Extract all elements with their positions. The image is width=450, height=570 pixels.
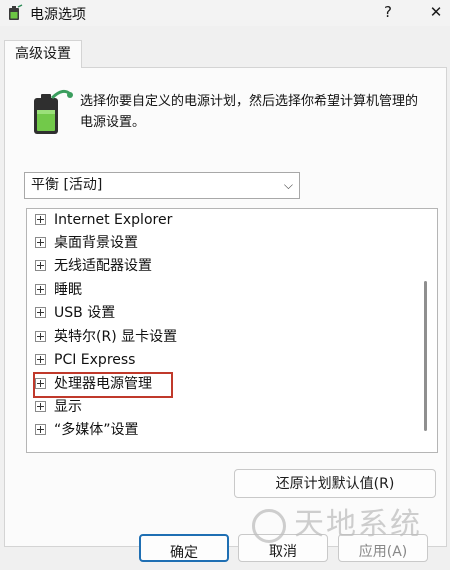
help-button[interactable]: ? <box>378 2 398 22</box>
highlight-box <box>33 372 173 398</box>
battery-icon <box>34 89 73 134</box>
expand-icon[interactable] <box>35 259 46 271</box>
tree-item-sleep[interactable]: 睡眠 <box>35 279 82 301</box>
power-options-icon <box>9 4 23 20</box>
title-bar: 电源选项 ? ✕ <box>0 0 450 26</box>
ok-button[interactable]: 确定 <box>139 534 229 562</box>
expand-icon[interactable] <box>35 213 46 225</box>
power-plan-select[interactable]: 平衡 [活动] ⌵ <box>24 172 300 199</box>
tab-advanced-settings[interactable]: 高级设置 <box>4 40 82 68</box>
restore-defaults-button[interactable]: 还原计划默认值(R) <box>234 469 436 498</box>
expand-icon[interactable] <box>35 423 46 435</box>
tree-item-internet-explorer[interactable]: Internet Explorer <box>35 209 172 231</box>
description-text: 选择你要自定义的电源计划，然后选择你希望计算机管理的电源设置。 <box>80 94 419 130</box>
tree-item-label: 英特尔(R) 显卡设置 <box>54 329 178 345</box>
tree-item-label: PCI Express <box>54 352 136 368</box>
tree-item-label: Internet Explorer <box>54 212 173 228</box>
expand-icon[interactable] <box>35 283 46 295</box>
expand-icon[interactable] <box>35 330 46 342</box>
cancel-button[interactable]: 取消 <box>238 534 328 562</box>
expand-icon[interactable] <box>35 306 46 318</box>
close-button[interactable]: ✕ <box>426 2 446 22</box>
window-title: 电源选项 <box>30 7 86 23</box>
tree-item-label: 桌面背景设置 <box>54 235 138 251</box>
tree-item-label: 无线适配器设置 <box>54 258 152 274</box>
tree-item-label: “多媒体”设置 <box>54 422 139 438</box>
tree-item-intel-graphics[interactable]: 英特尔(R) 显卡设置 <box>35 326 177 348</box>
tree-item-display[interactable]: 显示 <box>35 396 82 418</box>
tree-item-label: 显示 <box>54 399 82 415</box>
tree-item-label: 睡眠 <box>54 282 82 298</box>
power-plan-value: 平衡 [活动] <box>31 177 103 193</box>
tree-scrollbar[interactable] <box>424 281 427 431</box>
expand-icon[interactable] <box>35 400 46 412</box>
expand-icon[interactable] <box>35 236 46 248</box>
tree-item-usb-settings[interactable]: USB 设置 <box>35 302 115 324</box>
tree-item-multimedia[interactable]: “多媒体”设置 <box>35 419 139 441</box>
apply-button[interactable]: 应用(A) <box>338 534 428 562</box>
tree-item-desktop-background[interactable]: 桌面背景设置 <box>35 232 138 254</box>
expand-icon[interactable] <box>35 353 46 365</box>
tree-item-label: USB 设置 <box>54 305 116 321</box>
settings-tree[interactable]: Internet Explorer 桌面背景设置 无线适配器设置 睡眠 USB … <box>26 208 438 453</box>
chevron-down-icon: ⌵ <box>283 178 293 192</box>
tree-item-pci-express[interactable]: PCI Express <box>35 349 135 371</box>
tree-item-wireless-adapter[interactable]: 无线适配器设置 <box>35 255 152 277</box>
